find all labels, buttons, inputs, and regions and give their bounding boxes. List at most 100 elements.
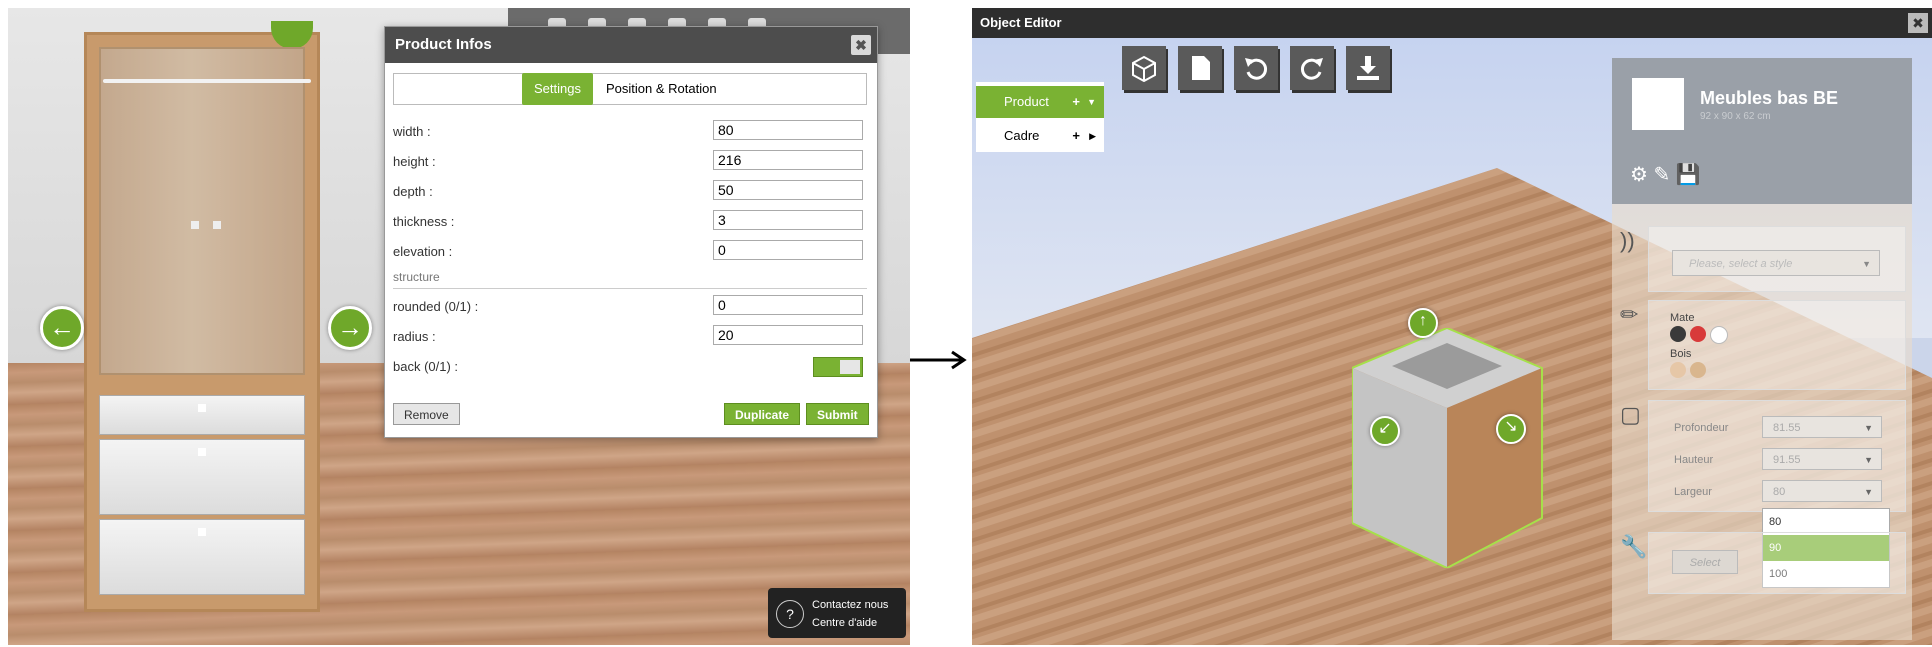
- cube-view-button[interactable]: [1122, 46, 1166, 90]
- help-center-link[interactable]: Centre d'aide: [812, 617, 877, 629]
- field-row: thickness :: [393, 210, 867, 234]
- move-left-handle[interactable]: ↙: [1370, 416, 1400, 446]
- field-row: radius :: [393, 325, 867, 349]
- save-icon[interactable]: 💾: [1676, 164, 1701, 186]
- undo-button[interactable]: [1234, 46, 1278, 90]
- room-view-panel: ← → Product Infos ✖ Settings Position & …: [8, 8, 910, 645]
- swatch-white[interactable]: [1710, 326, 1728, 344]
- largeur-select[interactable]: 80 ▼: [1762, 480, 1882, 502]
- chevron-down-icon[interactable]: ▼: [1087, 86, 1096, 118]
- move-right-handle[interactable]: ↘: [1496, 414, 1526, 444]
- move-left-button[interactable]: ←: [40, 306, 84, 350]
- product-properties-panel: Meubles bas BE 92 x 90 x 62 cm ⚙ ✎ 💾 )) …: [1612, 58, 1912, 640]
- drawer: [99, 439, 305, 515]
- close-icon[interactable]: ✖: [851, 35, 871, 55]
- material-label: Mate: [1670, 312, 1695, 324]
- field-label: height :: [393, 154, 436, 169]
- redo-icon: [1300, 58, 1323, 80]
- drawer: [99, 519, 305, 595]
- undo-icon: [1245, 58, 1268, 80]
- field-label: thickness :: [393, 214, 455, 229]
- back-toggle[interactable]: [813, 357, 863, 377]
- window-title: Object Editor: [972, 8, 1932, 38]
- field-label: rounded (0/1) :: [393, 299, 479, 314]
- field-row: depth :: [393, 180, 867, 204]
- chevron-down-icon: ▼: [1864, 487, 1873, 497]
- field-label: depth :: [393, 184, 433, 199]
- chevron-down-icon: ▼: [1864, 423, 1873, 433]
- profondeur-select[interactable]: 81.55 ▼: [1762, 416, 1882, 438]
- help-widget[interactable]: ? Contactez nous Centre d'aide: [768, 588, 906, 638]
- download-button[interactable]: [1346, 46, 1390, 90]
- elevation-input[interactable]: [713, 240, 863, 260]
- tab-settings[interactable]: Settings: [522, 73, 593, 105]
- tab-position-rotation[interactable]: Position & Rotation: [594, 73, 729, 105]
- document-icon: [1192, 56, 1210, 80]
- redo-button[interactable]: [1290, 46, 1334, 90]
- product-header: Meubles bas BE 92 x 90 x 62 cm ⚙ ✎ 💾: [1612, 58, 1912, 204]
- cube-icon: ▢: [1620, 402, 1641, 427]
- field-row: height :: [393, 150, 867, 174]
- dialog-tabs: Settings Position & Rotation: [393, 73, 867, 105]
- field-label: radius :: [393, 329, 436, 344]
- product-tools: ⚙ ✎ 💾: [1630, 162, 1701, 187]
- dimension-label: Profondeur: [1674, 422, 1729, 434]
- swatch-wood[interactable]: [1690, 362, 1706, 378]
- field-label: back (0/1) :: [393, 359, 459, 374]
- field-label: width :: [393, 124, 431, 139]
- style-select[interactable]: Please, select a style ▼: [1672, 250, 1880, 276]
- field-row: width :: [393, 120, 867, 144]
- height-input[interactable]: [713, 150, 863, 170]
- help-icon[interactable]: ?: [776, 600, 804, 628]
- width-input[interactable]: [713, 120, 863, 140]
- material-label: Bois: [1670, 348, 1692, 360]
- close-icon[interactable]: ✖: [1908, 13, 1928, 33]
- product-thumbnail: [1632, 78, 1684, 130]
- depth-input[interactable]: [713, 180, 863, 200]
- product-name: Meubles bas BE: [1700, 88, 1839, 108]
- field-row: elevation :: [393, 240, 867, 264]
- object-tree: Product + ▼ Cadre + ▶: [976, 82, 1104, 152]
- field-label: elevation :: [393, 244, 453, 259]
- submit-button[interactable]: Submit: [806, 403, 869, 425]
- selected-cabinet-model[interactable]: [1352, 328, 1552, 568]
- swatch-dark[interactable]: [1670, 326, 1686, 342]
- tree-item-product[interactable]: Product + ▼: [976, 86, 1104, 118]
- dialog-title: Product Infos ✖: [385, 27, 877, 63]
- add-icon[interactable]: +: [1072, 120, 1080, 152]
- contact-link[interactable]: Contactez nous: [812, 599, 888, 611]
- tree-item-cadre[interactable]: Cadre + ▶: [976, 120, 1104, 152]
- wrench-icon: 🔧: [1620, 534, 1648, 559]
- new-document-button[interactable]: [1178, 46, 1222, 90]
- dimension-label: Largeur: [1674, 486, 1712, 498]
- cube-icon: [1132, 55, 1156, 82]
- edit-icon[interactable]: ✎: [1654, 164, 1671, 186]
- remove-button[interactable]: Remove: [393, 403, 460, 425]
- rounded-input[interactable]: [713, 295, 863, 315]
- move-up-handle[interactable]: [271, 21, 313, 49]
- field-row: rounded (0/1) :: [393, 295, 867, 319]
- swatch-wood-light[interactable]: [1670, 362, 1686, 378]
- dimension-label: Hauteur: [1674, 454, 1714, 466]
- door-knob: [191, 221, 199, 229]
- door-knob: [213, 221, 221, 229]
- move-up-handle[interactable]: ↑: [1408, 308, 1438, 338]
- style-icon: )): [1620, 228, 1635, 253]
- select-button[interactable]: Select: [1672, 550, 1738, 574]
- hanging-rail: [103, 79, 311, 83]
- thickness-input[interactable]: [713, 210, 863, 230]
- cabinet-door: [99, 47, 305, 375]
- chevron-down-icon: ▼: [1862, 259, 1871, 269]
- duplicate-button[interactable]: Duplicate: [724, 403, 801, 425]
- product-infos-dialog: Product Infos ✖ Settings Position & Rota…: [384, 26, 878, 438]
- swatch-red[interactable]: [1690, 326, 1706, 342]
- radius-input[interactable]: [713, 325, 863, 345]
- drawer: [99, 395, 305, 435]
- move-right-button[interactable]: →: [328, 306, 372, 350]
- download-icon: [1357, 56, 1379, 80]
- wardrobe-cabinet[interactable]: [84, 21, 320, 612]
- chevron-right-icon[interactable]: ▶: [1089, 120, 1096, 152]
- hierarchy-icon[interactable]: ⚙: [1630, 164, 1648, 186]
- add-icon[interactable]: +: [1072, 86, 1080, 118]
- hauteur-select[interactable]: 91.55 ▼: [1762, 448, 1882, 470]
